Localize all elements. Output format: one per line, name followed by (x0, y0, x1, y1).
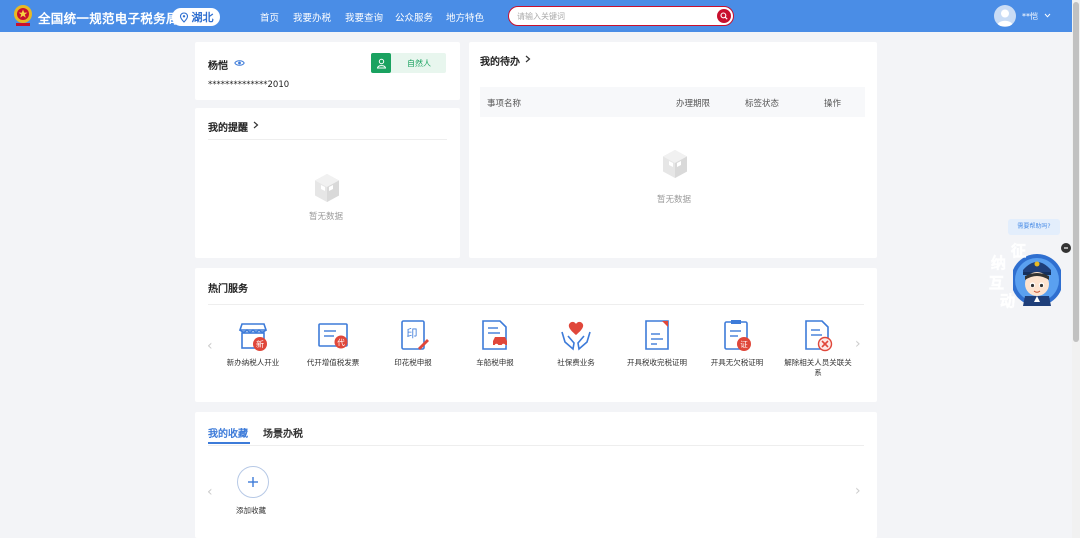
service-label: 开具税收完税证明 (627, 358, 687, 367)
carousel-next-arrow[interactable]: › (855, 483, 861, 499)
reminders-title[interactable]: 我的提醒 (208, 119, 248, 134)
service-label: 车船税申报 (476, 358, 514, 367)
person-icon (376, 58, 386, 68)
divider (208, 445, 864, 446)
search-icon (720, 12, 728, 20)
assistant-char: 纳 (991, 254, 1007, 273)
heart-hands-icon (561, 321, 591, 351)
service-label: 社保费业务 (557, 358, 595, 367)
todo-table-header: 事项名称 办理期限 标签状态 操作 (480, 87, 865, 117)
help-bubble[interactable]: 需要帮助吗? (1008, 219, 1060, 235)
identity-badge[interactable]: 自然人 (371, 53, 446, 73)
service-item[interactable]: 代 代开增值税发票 (297, 318, 369, 368)
search-box[interactable]: 请输入关键词 (508, 6, 734, 26)
column-header: 办理期限 (676, 99, 711, 109)
carousel-prev-arrow[interactable]: ‹ (207, 338, 213, 354)
svg-text:新: 新 (256, 339, 264, 349)
service-label: 代开增值税发票 (306, 358, 360, 367)
todo-card: 我的待办 事项名称 办理期限 标签状态 操作 暂无数据 (469, 42, 877, 258)
service-item[interactable]: 新 新办纳税人开业 (217, 318, 289, 368)
location-pin-icon (179, 11, 188, 23)
column-header: 事项名称 (487, 99, 522, 109)
carousel-next-arrow[interactable]: › (855, 336, 861, 352)
service-item[interactable]: 社保费业务 (540, 318, 612, 368)
active-tab-indicator (208, 442, 250, 444)
nav-local-features[interactable]: 地方特色 (446, 10, 484, 24)
service-item[interactable]: 印 印花税申报 (377, 318, 449, 368)
svg-text:证: 证 (740, 340, 748, 349)
todo-title[interactable]: 我的待办 (480, 53, 520, 68)
region-label: 湖北 (191, 11, 214, 24)
service-label: 印花税申报 (394, 358, 432, 367)
identity-role: 自然人 (407, 59, 431, 68)
empty-state-text: 暂无数据 (657, 195, 692, 205)
certificate-icon (645, 320, 669, 350)
service-label: 开具无欠税证明 (710, 358, 764, 367)
nav-query[interactable]: 我要查询 (345, 10, 383, 24)
site-title[interactable]: 全国统一规范电子税务局 (38, 8, 179, 27)
hot-services-title: 热门服务 (208, 284, 248, 295)
assistant-char: 动 (1000, 292, 1016, 311)
favorites-card: 我的收藏 场景办税 添加收藏 (195, 412, 877, 538)
username[interactable]: **恺 (1022, 11, 1038, 22)
reminders-card: 我的提醒 暂无数据 (195, 108, 460, 258)
search-button[interactable] (717, 9, 731, 23)
clipboard-icon: 证 (724, 320, 751, 351)
stamp-icon: 印 (401, 320, 429, 350)
tab-my-favorites[interactable]: 我的收藏 (208, 425, 248, 440)
service-item[interactable]: 开具税收完税证明 (621, 318, 693, 368)
empty-box-icon (315, 174, 339, 202)
divider (208, 304, 864, 305)
chevron-right-icon[interactable] (253, 121, 259, 129)
add-favorite-label[interactable]: 添加收藏 (236, 505, 266, 516)
scrollbar-thumb[interactable] (1073, 2, 1079, 342)
page-scrollbar[interactable] (1072, 0, 1080, 538)
svg-text:代: 代 (337, 337, 345, 347)
empty-state-text: 暂无数据 (309, 212, 344, 222)
service-label: 解除相关人员关联关系 (784, 358, 852, 377)
chevron-down-icon[interactable] (1044, 12, 1051, 19)
service-label: 新办纳税人开业 (226, 358, 280, 367)
user-avatar[interactable] (994, 5, 1016, 27)
nav-home[interactable]: 首页 (260, 10, 279, 24)
tab-scenario-tax[interactable]: 场景办税 (263, 425, 303, 440)
search-input[interactable]: 请输入关键词 (517, 11, 565, 22)
tax-emblem-icon[interactable] (12, 4, 34, 28)
chevron-right-icon[interactable] (525, 55, 531, 63)
plus-icon (248, 477, 258, 487)
divider (208, 139, 447, 140)
person-icon-box (371, 53, 391, 73)
profile-name: 杨恺 (208, 61, 228, 72)
unlink-doc-icon (805, 320, 833, 352)
invoice-icon: 代 (318, 323, 348, 349)
top-header: 全国统一规范电子税务局 湖北 首页 我要办税 我要查询 公众服务 地方特色 请输… (0, 0, 1072, 32)
car-doc-icon (482, 320, 507, 350)
masked-id-number: **************2010 (208, 80, 290, 90)
carousel-prev-arrow[interactable]: ‹ (207, 484, 213, 500)
column-header: 标签状态 (745, 99, 780, 109)
user-silhouette-icon (997, 9, 1013, 26)
empty-box-icon (663, 150, 687, 178)
region-selector[interactable]: 湖北 (172, 8, 220, 26)
svg-text:印: 印 (407, 327, 418, 340)
nav-tax-handling[interactable]: 我要办税 (293, 10, 331, 24)
eye-icon[interactable] (234, 59, 245, 67)
tax-assistant-widget[interactable]: 征 纳 互 动 (987, 240, 1065, 312)
service-item[interactable]: 解除相关人员关联关系 (782, 318, 854, 378)
nav-public-service[interactable]: 公众服务 (395, 10, 433, 24)
shop-new-icon: 新 (238, 323, 268, 351)
assistant-char: 征 (1011, 242, 1027, 261)
profile-card: 杨恺 **************2010 自然人 (195, 42, 460, 100)
service-item[interactable]: 车船税申报 (459, 318, 531, 368)
add-favorite-button[interactable] (237, 466, 269, 498)
service-item[interactable]: 证 开具无欠税证明 (701, 318, 773, 368)
column-header: 操作 (824, 99, 842, 109)
